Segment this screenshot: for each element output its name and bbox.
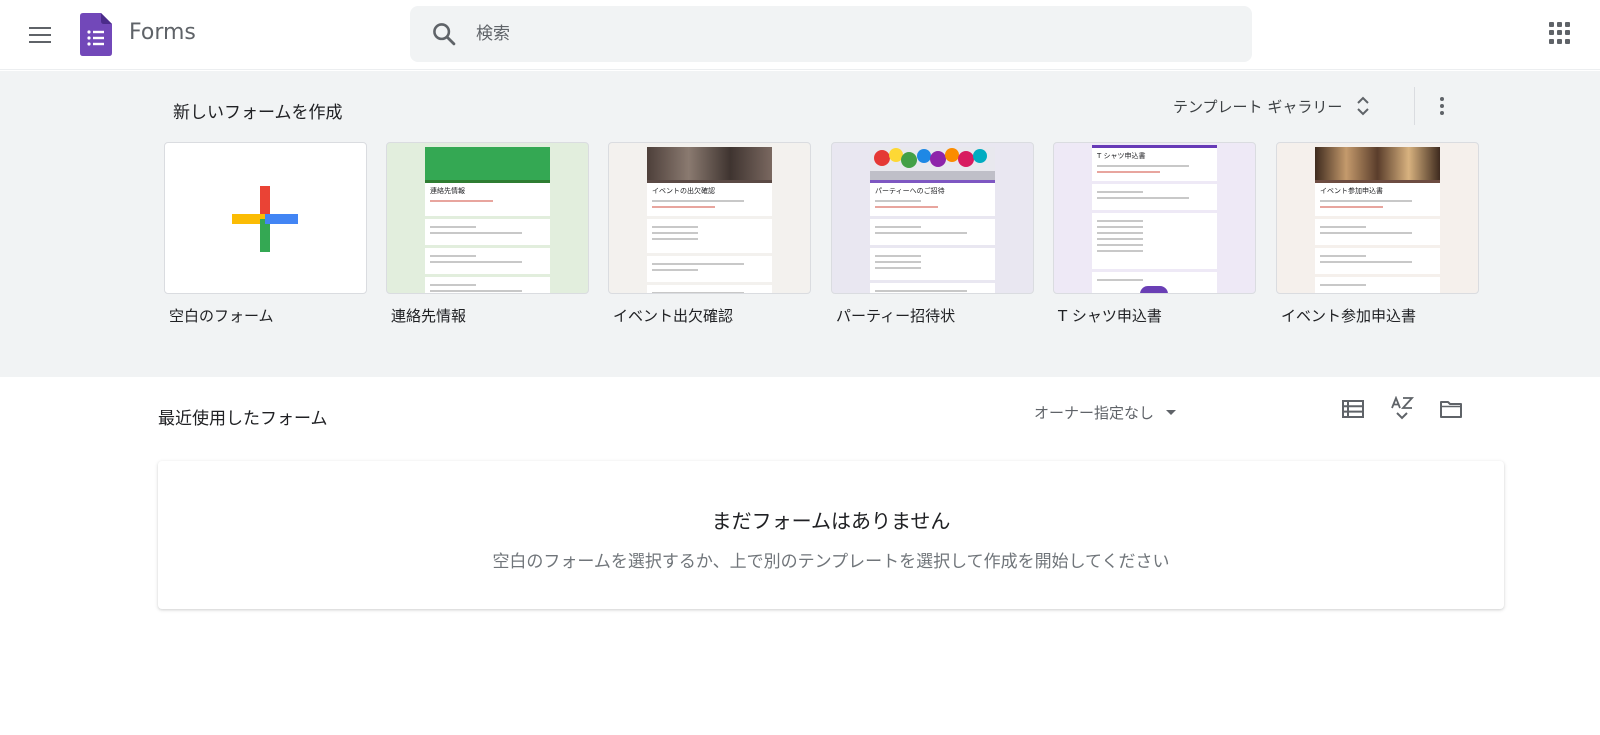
toolbar-divider <box>1414 87 1415 125</box>
empty-state-subtitle: 空白のフォームを選択するか、上で別のテンプレートを選択して作成を開始してください <box>492 552 1170 572</box>
recent-forms-section: 最近使用したフォーム オーナー指定なし まだフォームはありません 空白のフォーム… <box>0 377 1600 735</box>
forms-logo-icon[interactable] <box>80 13 112 56</box>
template-card-event-rsvp[interactable]: イベントの出欠確認 イベント出欠確認 <box>608 142 811 325</box>
template-card-tshirt-signup[interactable]: T シャツ申込書 T シャツ申込書 <box>1053 142 1256 325</box>
template-thumbnail[interactable]: イベントの出欠確認 <box>608 142 811 294</box>
search-bar[interactable] <box>410 6 1252 62</box>
template-card-party-invite[interactable]: パーティーへのご招待 パーティー招待状 <box>831 142 1034 325</box>
template-card-blank[interactable]: 空白のフォーム <box>164 142 367 325</box>
search-icon[interactable] <box>430 20 458 48</box>
app-header: Forms <box>0 0 1600 70</box>
template-gallery-toggle[interactable]: テンプレート ギャラリー <box>1173 91 1370 121</box>
template-thumbnail[interactable]: 連絡先情報 <box>386 142 589 294</box>
templates-heading: 新しいフォームを作成 <box>173 103 343 123</box>
template-label: イベント参加申込書 <box>1281 307 1417 325</box>
unfold-more-icon <box>1357 96 1370 116</box>
owner-filter-dropdown[interactable]: オーナー指定なし <box>1034 399 1177 425</box>
more-options-icon[interactable] <box>1428 89 1456 123</box>
app-name[interactable]: Forms <box>129 20 196 45</box>
search-input[interactable] <box>476 14 1216 54</box>
template-thumbnail[interactable]: T シャツ申込書 <box>1053 142 1256 294</box>
balloons-banner <box>870 147 995 180</box>
sort-alphabetical-icon[interactable] <box>1382 389 1422 429</box>
main-menu-button[interactable] <box>19 14 61 56</box>
template-card-contact-info[interactable]: 連絡先情報 連絡先情報 <box>386 142 589 325</box>
template-label: T シャツ申込書 <box>1058 307 1162 325</box>
folder-icon[interactable] <box>1431 389 1471 429</box>
template-gallery-section: 新しいフォームを作成 テンプレート ギャラリー 空白のフォーム 連絡先情報 連絡… <box>0 71 1600 377</box>
list-view-icon[interactable] <box>1333 389 1373 429</box>
template-label: 連絡先情報 <box>391 307 467 325</box>
hamburger-icon <box>29 27 51 29</box>
template-label: 空白のフォーム <box>169 307 274 325</box>
template-thumbnail[interactable]: イベント参加申込書 <box>1276 142 1479 294</box>
google-apps-icon[interactable] <box>1549 22 1571 44</box>
template-card-event-registration[interactable]: イベント参加申込書 イベント参加申込書 <box>1276 142 1479 325</box>
owner-filter-label: オーナー指定なし <box>1034 403 1155 422</box>
empty-state-title: まだフォームはありません <box>711 509 951 533</box>
recent-forms-heading: 最近使用したフォーム <box>158 409 328 429</box>
empty-state-card: まだフォームはありません 空白のフォームを選択するか、上で別のテンプレートを選択… <box>158 461 1504 609</box>
template-thumbnail[interactable]: パーティーへのご招待 <box>831 142 1034 294</box>
caret-down-icon <box>1166 409 1177 415</box>
template-thumbnail[interactable] <box>164 142 367 294</box>
template-label: パーティー招待状 <box>836 307 956 325</box>
template-label: イベント出欠確認 <box>613 307 734 325</box>
template-gallery-label: テンプレート ギャラリー <box>1173 97 1343 116</box>
plus-icon <box>232 186 298 252</box>
